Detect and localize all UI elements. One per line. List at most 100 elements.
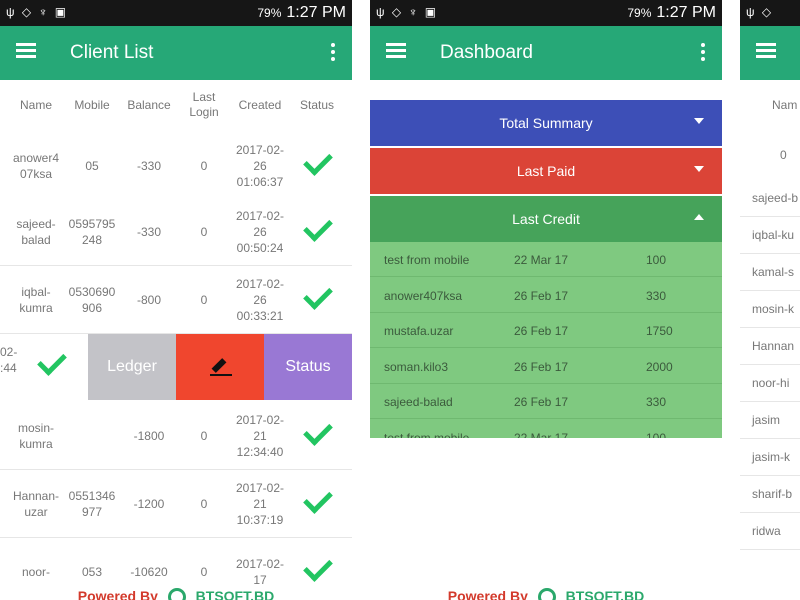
client-name: jasim — [752, 413, 781, 427]
swiped-row-remainder: 02- :44 — [0, 334, 88, 400]
credit-date: 26 Feb 17 — [514, 324, 569, 338]
credit-amount: 2000 — [646, 359, 673, 374]
client-name-row[interactable]: sajeed-b — [740, 180, 800, 217]
section-title: Last Credit — [512, 211, 580, 227]
section-title: Total Summary — [499, 115, 593, 131]
client-name-row[interactable]: jasim — [740, 402, 800, 439]
client-name-row[interactable]: kamal-s — [740, 254, 800, 291]
credit-name: anower407ksa — [384, 288, 463, 303]
column-header-mobile: Mobile — [74, 98, 110, 112]
client-name-row[interactable]: ridwa — [740, 513, 800, 550]
client-name-row[interactable]: Hannan — [740, 328, 800, 365]
overflow-menu-icon[interactable] — [330, 43, 336, 61]
app-bar: Dashboard — [370, 26, 722, 80]
value-cell: 0 — [780, 148, 787, 162]
brand-name: BTSOFT.BD — [195, 588, 275, 600]
hamburger-menu-icon[interactable] — [16, 43, 36, 59]
client-row[interactable]: anower4 07ksa 05 -330 0 2017-02- 26 01:06:37 — [0, 132, 352, 200]
app-bar — [740, 26, 800, 80]
ledger-button[interactable]: Ledger — [88, 334, 176, 400]
edit-button[interactable] — [176, 334, 264, 400]
status-button[interactable]: Status — [264, 334, 352, 400]
mobile-cell: 0530690 906 — [68, 285, 116, 315]
status-bar: ψ ◇ — [740, 0, 800, 26]
created-cell: 2017-02- 26 00:33:21 — [235, 277, 285, 323]
credit-amount: 100 — [646, 253, 667, 267]
mobile-cell: 0595795 248 — [68, 217, 116, 247]
client-name-cell: sajeed- balad — [16, 217, 56, 247]
last-credit-header[interactable]: Last Credit — [370, 196, 722, 242]
status-indicators: 79% 1:27 PM — [627, 4, 716, 22]
credit-name: mustafa.uzar — [384, 324, 454, 338]
credit-row: soman.kilo3 26 Feb 17 2000 — [370, 349, 722, 384]
credit-date: 22 Mar 17 — [514, 430, 569, 439]
credit-name: test from mobile — [384, 253, 470, 267]
credit-row: mustafa.uzar 26 Feb 17 1750 — [370, 313, 722, 348]
credit-row: test from mobile 22 Mar 17 100 — [370, 242, 722, 277]
created-cell: 2017-02- 26 01:06:37 — [235, 143, 285, 189]
pencil-icon — [210, 358, 232, 376]
overflow-menu-icon[interactable] — [700, 43, 706, 61]
client-name-cell: mosin- kumra — [17, 421, 54, 451]
client-row[interactable]: sajeed- balad 0595795 248 -330 0 2017-02- 26… — [0, 198, 352, 266]
btsoft-logo-icon — [167, 588, 186, 600]
section-title: Last Paid — [516, 163, 576, 179]
mobile-cell — [64, 402, 120, 470]
created-cell: 2017-02- 26 00:50:24 — [235, 209, 285, 255]
active-status-check-icon — [303, 552, 333, 582]
powered-by-label: Powered By — [77, 588, 158, 600]
client-name-cell: Hannan- uzar — [12, 489, 60, 519]
client-name: sajeed-b — [752, 191, 799, 205]
credit-row: anower407ksa 26 Feb 17 330 — [370, 278, 722, 313]
brand-name: BTSOFT.BD — [565, 588, 645, 600]
balance-cell: -800 — [136, 293, 162, 307]
notification-icons: ψ ◇ ♆ ▣ — [6, 5, 69, 19]
client-name-row[interactable]: mosin-k — [740, 291, 800, 328]
client-name: mosin-k — [752, 302, 795, 316]
credit-name: soman.kilo3 — [384, 359, 449, 374]
client-name: jasim-k — [752, 450, 790, 464]
client-name: kamal-s — [752, 265, 795, 279]
active-status-check-icon — [37, 346, 67, 376]
last-login-cell: 0 — [200, 293, 208, 307]
client-row[interactable]: mosin- kumra -1800 0 2017-02- 21 12:34:40 — [0, 402, 352, 470]
notification-icons: ψ ◇ — [746, 5, 774, 19]
credit-row: test from mobile 22 Mar 17 100 — [370, 420, 722, 439]
status-bar: ψ ◇ ♆ ▣ 79% 1:27 PM — [0, 0, 352, 26]
credit-amount: 100 — [646, 430, 667, 439]
battery-level: 79% — [257, 6, 282, 20]
active-status-check-icon — [303, 484, 333, 514]
status-indicators: 79% 1:27 PM — [257, 4, 346, 22]
last-credit-list: test from mobile 22 Mar 17 100 anower407ksa… — [370, 242, 722, 438]
expand-arrow-icon — [694, 166, 704, 172]
powered-by-footer: Powered By BTSOFT.BD — [0, 588, 352, 600]
last-login-cell: 0 — [200, 159, 208, 173]
dashboard-screen: ψ ◇ ♆ ▣ 79% 1:27 PM Dashboard Total Summ… — [370, 0, 722, 600]
client-row[interactable]: Hannan- uzar 0551346 977 -1200 0 2017-02- 21… — [0, 470, 352, 538]
credit-row: sajeed-balad 26 Feb 17 330 — [370, 384, 722, 419]
client-name-row[interactable]: iqbal-ku — [740, 217, 800, 254]
hamburger-menu-icon[interactable] — [386, 43, 406, 59]
swiped-client-row[interactable]: 02- :44 Ledger Status — [0, 334, 352, 400]
expand-arrow-icon — [694, 118, 704, 124]
client-row[interactable]: iqbal- kumra 0530690 906 -800 0 2017-02- 26 … — [0, 266, 352, 334]
column-header-balance: Balance — [127, 98, 171, 112]
active-status-check-icon — [303, 212, 333, 242]
client-name-row[interactable]: jasim-k — [740, 439, 800, 476]
last-login-cell: 0 — [200, 225, 208, 239]
credit-name: test from mobile — [384, 430, 470, 439]
client-name-row[interactable]: sharif-b — [740, 476, 800, 513]
hamburger-menu-icon[interactable] — [756, 43, 776, 59]
credit-amount: 1750 — [646, 324, 673, 338]
column-header-created: Created — [238, 98, 282, 112]
credit-amount: 330 — [646, 288, 667, 303]
status-bar: ψ ◇ ♆ ▣ 79% 1:27 PM — [370, 0, 722, 26]
btsoft-logo-icon — [537, 588, 556, 600]
client-name-row[interactable]: noor-hi — [740, 365, 800, 402]
total-summary-header[interactable]: Total Summary — [370, 100, 722, 146]
active-status-check-icon — [303, 416, 333, 446]
last-paid-header[interactable]: Last Paid — [370, 148, 722, 194]
mobile-cell: 05 — [85, 159, 99, 173]
created-cell-partial: 02- :44 — [0, 345, 18, 375]
credit-date: 26 Feb 17 — [514, 288, 569, 303]
